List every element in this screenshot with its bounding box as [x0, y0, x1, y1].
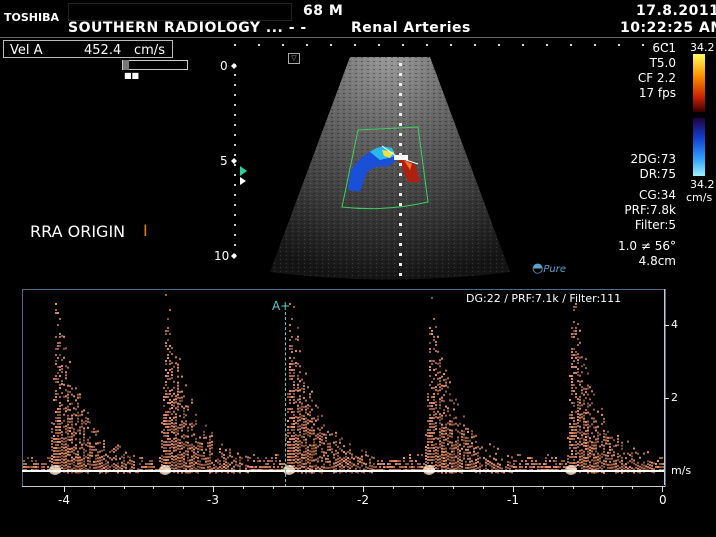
- spectral-waveform: [23, 294, 665, 475]
- time-minor-tick: [453, 486, 454, 489]
- top-dotted-line: [234, 44, 668, 46]
- doppler-baseline: [22, 470, 664, 472]
- time-label: -4: [58, 493, 70, 507]
- velocity-tick-2: [664, 398, 669, 399]
- header-divider: [0, 37, 716, 38]
- depth-label-5: 5: [220, 154, 228, 168]
- time-minor-tick: [183, 486, 184, 489]
- time-tick: [64, 486, 65, 492]
- time-label: -3: [207, 493, 219, 507]
- time-label: 0: [659, 493, 667, 507]
- time-label: -1: [507, 493, 519, 507]
- time-tick: [213, 486, 214, 492]
- time-label: -2: [357, 493, 369, 507]
- time-tick: [363, 486, 364, 492]
- time-minor-tick: [303, 486, 304, 489]
- dynamic-range-label: DR:75: [639, 167, 676, 181]
- time-minor-tick: [393, 486, 394, 489]
- color-scale-bar-negative: [693, 118, 705, 176]
- velocity-label-2: 2: [671, 391, 678, 404]
- velocity-unit: m/s: [671, 464, 692, 477]
- filter-label: Filter:5: [634, 218, 676, 232]
- time-minor-tick: [333, 486, 334, 489]
- color-scale-top: 34.2: [690, 41, 715, 54]
- settings-top: 6C1 T5.0 CF 2.2 17 fps: [638, 41, 676, 101]
- frame-rate-label: 17 fps: [638, 86, 676, 100]
- time-minor-tick: [94, 486, 95, 489]
- spectral-doppler-display: [22, 289, 666, 487]
- brand-logo: TOSHIBA: [4, 11, 59, 24]
- bmode-sector-image: [270, 57, 510, 280]
- patient-age-sex: 68 M: [303, 3, 344, 19]
- frequency-label: T5.0: [649, 56, 676, 70]
- velocity-label-4: 4: [671, 318, 678, 331]
- time-axis-line: [22, 486, 665, 487]
- annotation-text: RRA ORIGIN: [30, 222, 126, 241]
- color-gain-label: CG:34: [639, 188, 676, 202]
- time-minor-tick: [543, 486, 544, 489]
- settings-mid: 2DG:73 DR:75 CG:34 PRF:7.8k Filter:5 1.0…: [618, 152, 676, 269]
- doppler-cursor-line[interactable]: [396, 60, 406, 285]
- depth-label-0: 0: [220, 59, 228, 73]
- prf-label: PRF:7.8k: [624, 203, 676, 217]
- time-minor-tick: [423, 486, 424, 489]
- color-scale-unit: cm/s: [686, 191, 713, 204]
- time-tick: [662, 486, 663, 492]
- velocity-value: 452.4: [84, 43, 122, 58]
- patient-name-redacted: [68, 3, 292, 21]
- color-scale-bar-positive: [693, 54, 705, 112]
- slider-marker: ■■: [124, 71, 140, 80]
- velocity-label: Vel A: [10, 43, 43, 58]
- time-minor-tick: [602, 486, 603, 489]
- time-minor-tick: [632, 486, 633, 489]
- time-minor-tick: [273, 486, 274, 489]
- time-minor-tick: [153, 486, 154, 489]
- institution-name: SOUTHERN RADIOLOGY ... - -: [68, 20, 307, 36]
- doppler-settings: DG:22 / PRF:7.1k / Filter:111: [466, 292, 622, 305]
- exam-time: 10:22:25 AM: [620, 20, 716, 36]
- velocity-axis-line: [664, 289, 665, 485]
- color-frequency-label: CF 2.2: [637, 71, 676, 85]
- velocity-tick-4: [664, 325, 669, 326]
- focus-zone-icon: [240, 166, 247, 185]
- probe-label: 6C1: [652, 41, 676, 55]
- angle-label: 1.0 ≠ 56°: [617, 239, 676, 253]
- time-minor-tick: [483, 486, 484, 489]
- caliper-line[interactable]: [285, 312, 287, 487]
- velocity-unit: cm/s: [134, 43, 165, 58]
- time-minor-tick: [124, 486, 125, 489]
- time-tick: [513, 486, 514, 492]
- time-minor-tick: [243, 486, 244, 489]
- text-cursor-icon: I: [143, 221, 148, 240]
- exam-date: 17.8.2011: [636, 3, 716, 19]
- pure-logo: ◓Pure: [532, 261, 566, 276]
- sample-depth-label: 4.8cm: [638, 254, 676, 268]
- velocity-measurement-box: Vel A 452.4 cm/s: [3, 40, 173, 58]
- measurement-slider[interactable]: [122, 60, 188, 70]
- caliper-marker[interactable]: A+: [272, 300, 290, 312]
- 2d-gain-label: 2DG:73: [630, 152, 677, 166]
- time-minor-tick: [573, 486, 574, 489]
- color-scale-bottom: 34.2: [690, 178, 715, 191]
- depth-label-10: 10: [214, 249, 230, 263]
- exam-type: Renal Arteries: [351, 20, 471, 36]
